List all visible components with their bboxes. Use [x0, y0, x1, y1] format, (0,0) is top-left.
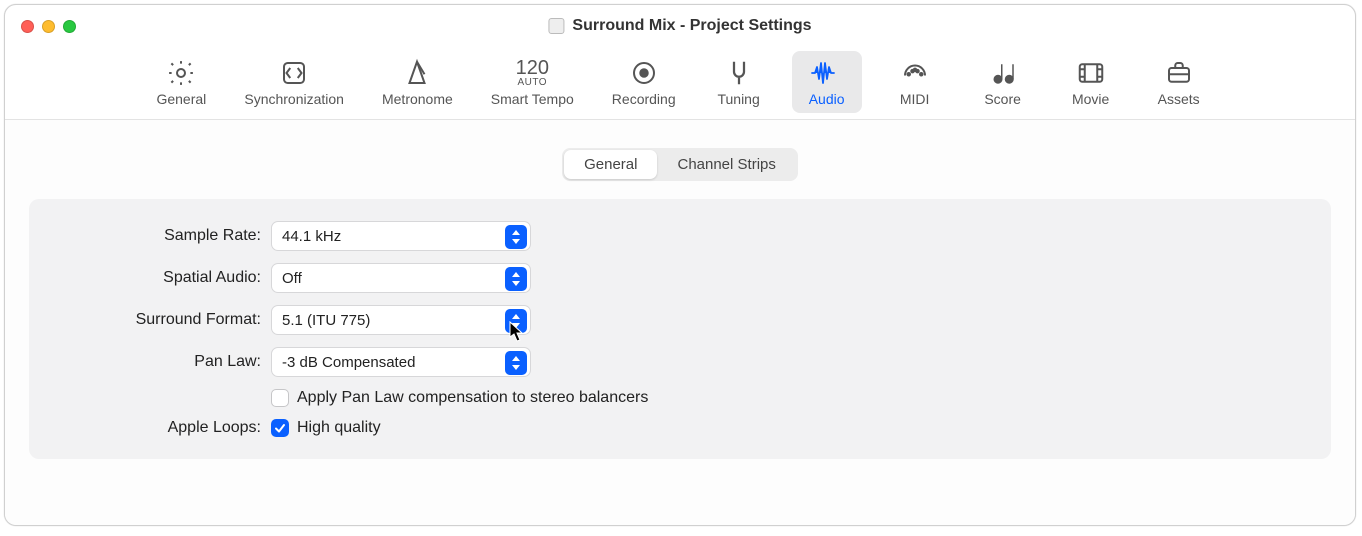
label-surround-format: Surround Format: — [59, 311, 271, 329]
score-icon — [988, 55, 1018, 91]
select-spatial-audio[interactable]: Off — [271, 263, 531, 293]
zoom-window-button[interactable] — [63, 20, 76, 33]
waveform-icon — [810, 55, 844, 91]
settings-toolbar: General Synchronization Metronome 120 AU… — [5, 47, 1355, 120]
subtab-general[interactable]: General — [564, 150, 657, 179]
tab-general[interactable]: General — [146, 51, 216, 113]
checkbox-apply-pan-law[interactable] — [271, 389, 289, 407]
smart-tempo-icon: 120 AUTO — [516, 55, 549, 91]
toolbar-label: Score — [984, 91, 1021, 107]
toolbar-label: Synchronization — [244, 91, 344, 107]
tab-tuning[interactable]: Tuning — [704, 51, 774, 113]
checkbox-high-quality[interactable] — [271, 419, 289, 437]
settings-panel: Sample Rate: 44.1 kHz Spatial Audio: Off… — [29, 199, 1331, 459]
titlebar: Surround Mix - Project Settings — [5, 5, 1355, 47]
midi-icon — [900, 55, 930, 91]
tab-recording[interactable]: Recording — [602, 51, 686, 113]
row-surround-format: Surround Format: 5.1 (ITU 775) — [59, 305, 1301, 335]
tab-score[interactable]: Score — [968, 51, 1038, 113]
tab-smart-tempo[interactable]: 120 AUTO Smart Tempo — [481, 51, 584, 113]
record-icon — [629, 55, 659, 91]
toolbar-label: Assets — [1158, 91, 1200, 107]
project-settings-window: Surround Mix - Project Settings General … — [4, 4, 1356, 526]
tab-synchronization[interactable]: Synchronization — [234, 51, 354, 113]
updown-icon — [505, 267, 527, 291]
gear-icon — [166, 55, 196, 91]
select-value: 44.1 kHz — [282, 228, 341, 245]
row-pan-law: Pan Law: -3 dB Compensated — [59, 347, 1301, 377]
label-spatial-audio: Spatial Audio: — [59, 269, 271, 287]
content-area: General Channel Strips Sample Rate: 44.1… — [5, 120, 1355, 525]
window-title: Surround Mix - Project Settings — [572, 17, 811, 35]
toolbar-label: Audio — [809, 91, 845, 107]
toolbar-label: Smart Tempo — [491, 91, 574, 107]
toolbar-label: Movie — [1072, 91, 1109, 107]
window-controls — [21, 20, 76, 33]
subtab-channel-strips[interactable]: Channel Strips — [657, 150, 795, 179]
label-pan-law: Pan Law: — [59, 353, 271, 371]
close-window-button[interactable] — [21, 20, 34, 33]
tab-movie[interactable]: Movie — [1056, 51, 1126, 113]
tempo-number: 120 — [516, 58, 549, 78]
label-apply-pan-law: Apply Pan Law compensation to stereo bal… — [297, 389, 648, 407]
toolbar-label: Tuning — [717, 91, 759, 107]
checkbox-apply-pan-law-row: Apply Pan Law compensation to stereo bal… — [271, 389, 648, 407]
movie-icon — [1076, 55, 1106, 91]
updown-icon — [505, 351, 527, 375]
select-sample-rate[interactable]: 44.1 kHz — [271, 221, 531, 251]
select-value: 5.1 (ITU 775) — [282, 312, 370, 329]
sync-icon — [279, 55, 309, 91]
tab-midi[interactable]: MIDI — [880, 51, 950, 113]
row-spatial-audio: Spatial Audio: Off — [59, 263, 1301, 293]
tab-metronome[interactable]: Metronome — [372, 51, 463, 113]
toolbar-label: MIDI — [900, 91, 930, 107]
label-high-quality: High quality — [297, 419, 381, 437]
briefcase-icon — [1164, 55, 1194, 91]
row-sample-rate: Sample Rate: 44.1 kHz — [59, 221, 1301, 251]
tempo-auto: AUTO — [516, 78, 549, 88]
toolbar-label: Metronome — [382, 91, 453, 107]
tab-audio[interactable]: Audio — [792, 51, 862, 113]
updown-icon — [505, 309, 527, 333]
row-apple-loops: Apple Loops: High quality — [59, 419, 1301, 437]
updown-icon — [505, 225, 527, 249]
subtab-segmented-control: General Channel Strips — [562, 148, 798, 181]
checkbox-high-quality-row: High quality — [271, 419, 381, 437]
row-apply-pan-law: Apply Pan Law compensation to stereo bal… — [59, 389, 1301, 407]
select-value: -3 dB Compensated — [282, 354, 415, 371]
toolbar-label: Recording — [612, 91, 676, 107]
window-title-area: Surround Mix - Project Settings — [548, 17, 811, 35]
toolbar-label: General — [156, 91, 206, 107]
app-icon — [548, 18, 564, 34]
tab-assets[interactable]: Assets — [1144, 51, 1214, 113]
select-surround-format[interactable]: 5.1 (ITU 775) — [271, 305, 531, 335]
select-pan-law[interactable]: -3 dB Compensated — [271, 347, 531, 377]
metronome-icon — [402, 55, 432, 91]
select-value: Off — [282, 270, 302, 287]
label-sample-rate: Sample Rate: — [59, 227, 271, 245]
tuning-fork-icon — [724, 55, 754, 91]
minimize-window-button[interactable] — [42, 20, 55, 33]
label-apple-loops: Apple Loops: — [59, 419, 271, 437]
